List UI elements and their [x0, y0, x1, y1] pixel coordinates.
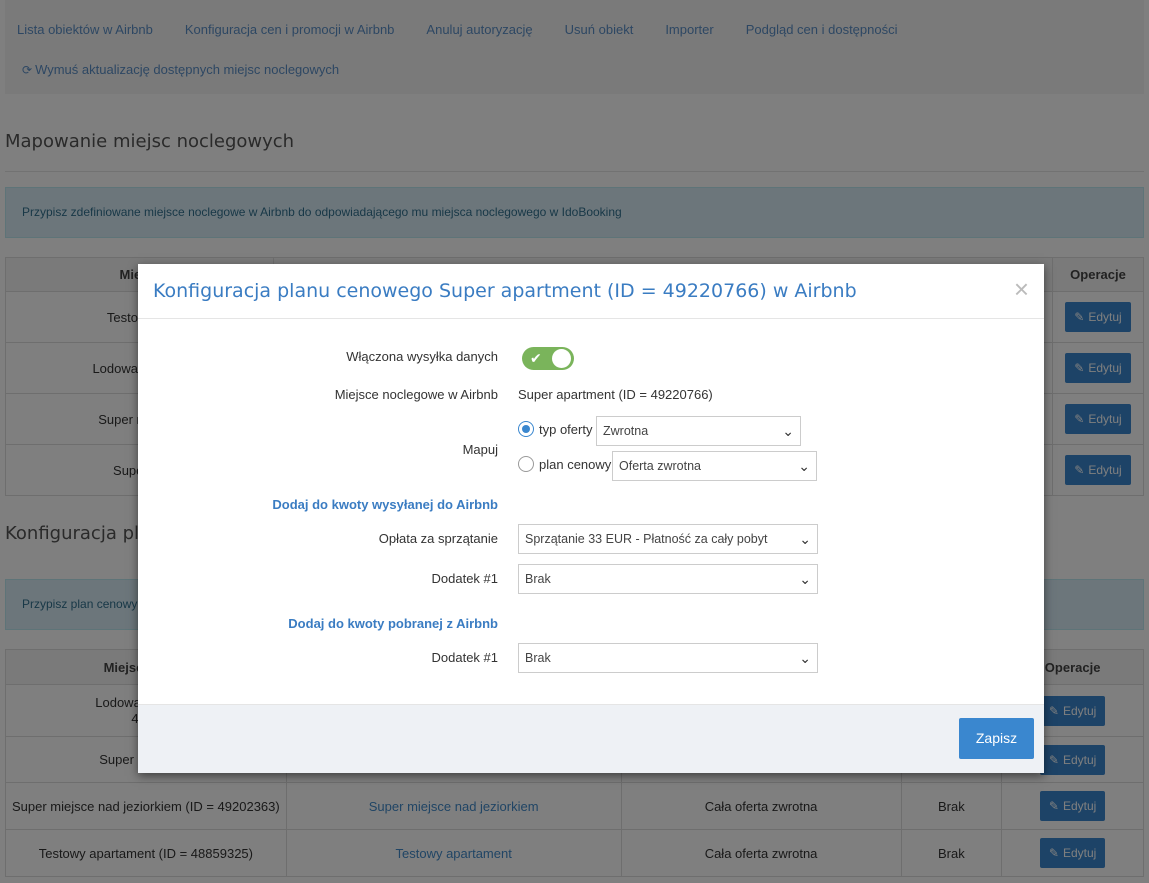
check-icon: ✔	[530, 350, 542, 366]
chevron-down-icon: ⌄	[799, 571, 811, 587]
addon-collected-label: Dodatek #1	[431, 650, 499, 665]
airbnb-place-value: Super apartment (ID = 49220766)	[518, 387, 713, 402]
modal-title: Konfiguracja planu cenowego Super apartm…	[153, 280, 857, 302]
chevron-down-icon: ⌄	[799, 650, 811, 666]
toggle-knob	[552, 349, 571, 368]
chevron-down-icon: ⌄	[782, 423, 794, 439]
offer-type-label: typ oferty	[539, 422, 593, 437]
modal-footer: Zapisz	[138, 704, 1044, 773]
offer-type-select[interactable]: Zwrotna ⌄	[596, 416, 801, 446]
section-heading-sent: Dodaj do kwoty wysyłanej do Airbnb	[272, 497, 498, 512]
airbnb-place-label: Miejsce noclegowe w Airbnb	[334, 387, 498, 402]
save-button[interactable]: Zapisz	[959, 718, 1034, 759]
chevron-down-icon: ⌄	[798, 458, 810, 474]
price-plan-modal: Konfiguracja planu cenowego Super apartm…	[138, 264, 1044, 773]
addon-sent-select[interactable]: Brak ⌄	[518, 564, 818, 594]
addon-sent-label: Dodatek #1	[431, 571, 499, 586]
price-plan-select[interactable]: Oferta zwrotna ⌄	[612, 451, 817, 481]
radio-offer-type[interactable]	[518, 421, 534, 437]
close-icon[interactable]: ×	[1014, 276, 1029, 302]
chevron-down-icon: ⌄	[799, 531, 811, 547]
cleaning-fee-label: Opłata za sprzątanie	[378, 531, 498, 546]
addon-collected-select[interactable]: Brak ⌄	[518, 643, 818, 673]
cleaning-fee-select[interactable]: Sprzątanie 33 EUR - Płatność za cały pob…	[518, 524, 818, 554]
sending-label: Włączona wysyłka danych	[346, 349, 498, 364]
radio-price-plan[interactable]	[518, 456, 534, 472]
modal-header: Konfiguracja planu cenowego Super apartm…	[138, 264, 1044, 319]
price-plan-label: plan cenowy	[539, 457, 612, 472]
section-heading-collected: Dodaj do kwoty pobranej z Airbnb	[288, 616, 498, 631]
map-label: Mapuj	[462, 442, 498, 457]
sending-toggle[interactable]: ✔	[522, 347, 574, 370]
